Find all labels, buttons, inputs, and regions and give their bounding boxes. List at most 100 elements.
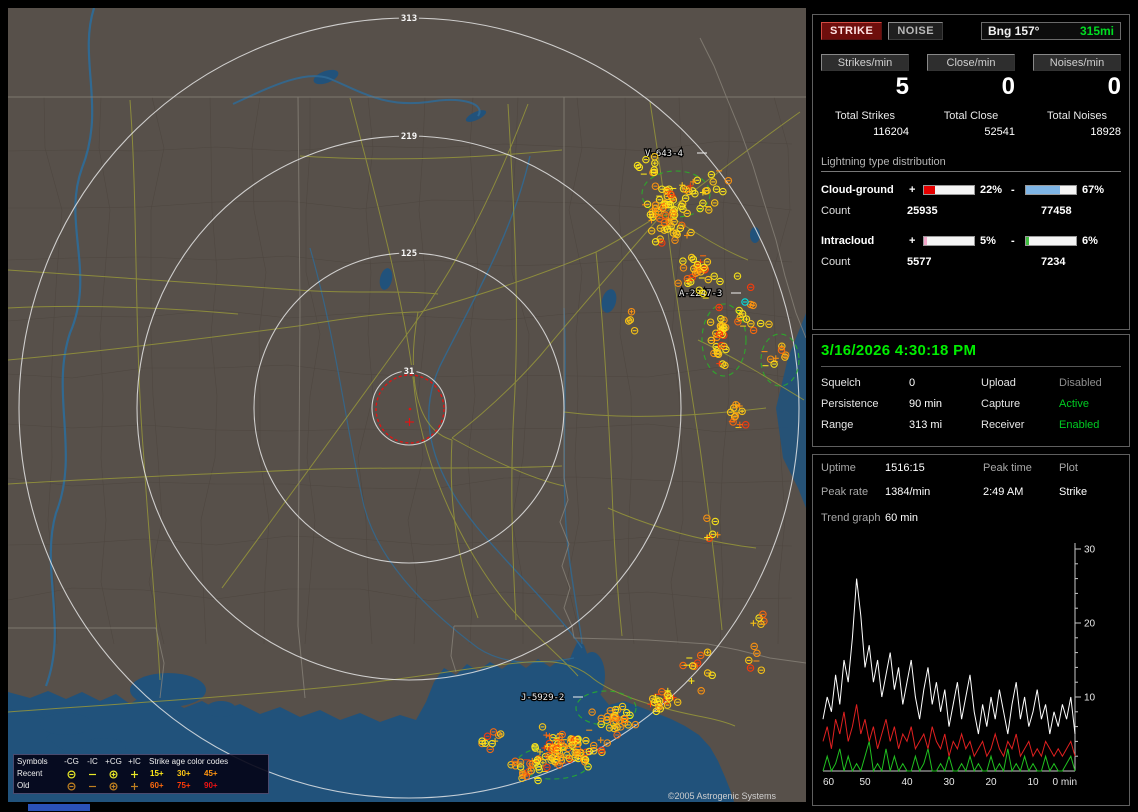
legend-row-label: Recent (17, 769, 43, 778)
ring-label: 219 (401, 132, 417, 142)
capture-status: Active (1059, 398, 1089, 410)
legend-age-title: Strike age color codes (149, 757, 229, 766)
minus-sign: - (1011, 235, 1015, 247)
peak-rate-value: 1384/min (885, 486, 931, 498)
age-code: 15+ (150, 769, 164, 778)
ic-pos-pct: 5% (980, 235, 996, 247)
cg-pos-count: 25935 (907, 205, 938, 217)
uptime-label: Uptime (821, 462, 856, 474)
taskbar-fragment[interactable] (28, 804, 90, 811)
status-section: 3/16/2026 4:30:18 PM Squelch 0 Upload Di… (812, 334, 1130, 447)
legend-type-header: +CG (105, 757, 122, 766)
upload-status: Disabled (1059, 377, 1102, 389)
trend-series-strikes (822, 578, 1076, 735)
cg-neg-count: 77458 (1041, 205, 1072, 217)
capture-label: Capture (981, 398, 1021, 410)
ic-pos-bar (923, 236, 975, 246)
close-column: Close/min 0 Total Close 52541 (927, 54, 1015, 138)
cell-label: J-5929-2 (521, 693, 564, 703)
bearing-range: 315mi (1079, 24, 1114, 38)
rate-stats: Strikes/min 5 Total Strikes 116204 Close… (821, 54, 1121, 138)
receiver-status: Enabled (1059, 419, 1100, 431)
peak-time-label: Peak time (983, 462, 1032, 474)
svg-text:40: 40 (901, 777, 913, 788)
total-noises-label: Total Noises (1047, 110, 1107, 122)
noises-column: Noises/min 0 Total Noises 18928 (1033, 54, 1121, 138)
ring-label: 313 (401, 14, 417, 24)
total-noises-value: 18928 (1090, 126, 1121, 138)
range-label: Range (821, 419, 854, 431)
sensor-center (408, 407, 412, 411)
peak-time-value: 2:49 AM (983, 486, 1024, 498)
persistence-label: Persistence (821, 398, 879, 410)
persistence-value: 90 min (909, 398, 943, 410)
ic-neg-count: 7234 (1041, 256, 1066, 268)
age-code: 75+ (177, 781, 191, 790)
cg-neg-bar (1025, 185, 1077, 195)
ic-neg-pct: 6% (1082, 235, 1098, 247)
count-label: Count (821, 205, 851, 217)
strike-mode-button[interactable]: STRIKE (821, 22, 883, 40)
cloud-ground-row: Cloud-ground + 22% - 67% (821, 184, 1121, 196)
receiver-label: Receiver (981, 419, 1025, 431)
legend-row-label: Old (17, 781, 30, 790)
noise-mode-button[interactable]: NOISE (888, 22, 944, 40)
close-per-min-button[interactable]: Close/min (927, 54, 1015, 71)
ring-label: 125 (401, 249, 417, 259)
intracloud-count-row: Count 5577 7234 (821, 256, 1121, 268)
cell-label: V-643-4 (645, 149, 683, 159)
minus-sign: - (1011, 184, 1015, 196)
trend-window-value: 60 min (885, 512, 919, 524)
status-grid: Squelch 0 Upload Disabled Persistence 90… (821, 377, 1121, 431)
bearing-value: Bng 157° (988, 24, 1040, 38)
plot-label: Plot (1059, 462, 1078, 474)
svg-text:10: 10 (1084, 693, 1096, 704)
total-strikes-value: 116204 (873, 126, 909, 138)
svg-text:30: 30 (1084, 545, 1096, 556)
trend-series-close (822, 704, 1076, 758)
cgneg-icon (61, 769, 82, 780)
nexstorm-window: 313 219 125 31 V-643-4 A-2247-3 J-5929-2 Symbo… (0, 0, 1138, 812)
strikes-per-min-value: 5 (895, 73, 909, 100)
legend-type-header: +IC (128, 757, 141, 766)
strikes-per-min-button[interactable]: Strikes/min (821, 54, 909, 71)
age-code: 45+ (204, 769, 218, 778)
trend-graph-row: Trend graph 60 min (821, 512, 1121, 524)
session-grid: Uptime 1516:15 Peak time Plot Peak rate … (821, 462, 1121, 498)
noises-per-min-value: 0 (1107, 73, 1121, 100)
intracloud-label: Intracloud (821, 235, 875, 247)
legend-type-header: -CG (64, 757, 79, 766)
svg-text:60: 60 (823, 777, 835, 788)
age-code: 90+ (204, 781, 218, 790)
uptime-value: 1516:15 (885, 462, 925, 474)
squelch-value: 0 (909, 377, 916, 389)
plot-value: Strike (1059, 486, 1088, 498)
icneg-icon (82, 781, 103, 792)
intracloud-row: Intracloud + 5% - 6% (821, 235, 1121, 247)
close-per-min-value: 0 (1001, 73, 1015, 100)
noises-per-min-button[interactable]: Noises/min (1033, 54, 1121, 71)
svg-text:0 min: 0 min (1053, 777, 1077, 788)
mode-header: STRIKE NOISE Bng 157° 315mi (821, 22, 1121, 40)
map-canvas[interactable]: 31321912531V-643-4A-2247-3J-5929-2 (8, 8, 806, 802)
cg-pos-pct: 22% (980, 184, 1003, 196)
peak-rate-label: Peak rate (821, 486, 869, 498)
right-panel: STRIKE NOISE Bng 157° 315mi Strikes/min … (812, 0, 1130, 812)
age-code: 60+ (150, 781, 164, 790)
trend-graph: 10 20 30 60 50 40 30 20 10 0 min (822, 543, 1096, 788)
range-value: 313 mi (909, 419, 943, 431)
svg-text:30: 30 (943, 777, 955, 788)
stats-section: STRIKE NOISE Bng 157° 315mi Strikes/min … (812, 14, 1130, 330)
svg-text:20: 20 (985, 777, 997, 788)
plus-sign: + (909, 235, 916, 247)
squelch-label: Squelch (821, 377, 861, 389)
legend-type-header: -IC (87, 757, 98, 766)
cg-pos-bar (923, 185, 975, 195)
strikes-column: Strikes/min 5 Total Strikes 116204 (821, 54, 909, 138)
cg-neg-pct: 67% (1082, 184, 1105, 196)
svg-text:10: 10 (1027, 777, 1039, 788)
legend-symbols-header: Symbols (17, 757, 48, 766)
strike-legend: Symbols -CG -IC +CG +IC Strike age color code… (13, 754, 269, 794)
copyright-text: ©2005 Astrogenic Systems (667, 791, 776, 801)
lightning-map[interactable]: 313 219 125 31 V-643-4 A-2247-3 J-5929-2 Symbo… (8, 8, 806, 802)
